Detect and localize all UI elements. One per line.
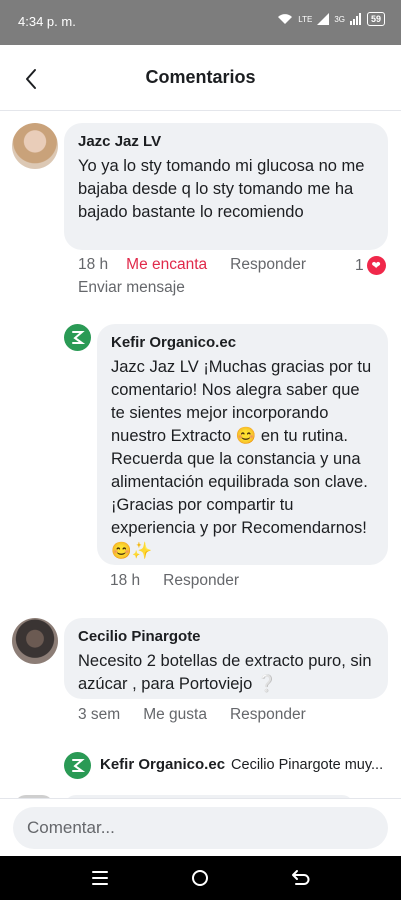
wifi-icon [278, 14, 293, 24]
comment-input[interactable] [13, 807, 388, 849]
avatar-kefir[interactable] [64, 324, 91, 351]
kefir-logo-icon [72, 331, 86, 344]
app-header: Comentarios [0, 45, 401, 111]
like-button[interactable]: Me gusta [143, 706, 207, 724]
comment-bubble: Jazc Jaz LV Yo ya lo sty tomando mi gluc… [64, 123, 388, 250]
avatar-cecilio[interactable] [12, 618, 58, 664]
collapsed-reply-author: Kefir Organico.ec [100, 756, 226, 773]
battery-icon: 59 [366, 12, 385, 26]
reply-actions: 18 h Responder [110, 572, 239, 590]
send-message-link[interactable]: Enviar mensaje [78, 279, 185, 297]
comment-text: Yo ya lo sty tomando mi glucosa no me ba… [78, 157, 365, 221]
reply-bubble: Kefir Organico.ec Jazc Jaz LV ¡Muchas gr… [97, 324, 388, 565]
comment-text: Necesito 2 botellas de extracto puro, si… [78, 652, 372, 693]
comment-author[interactable]: Jazc Jaz LV [78, 132, 374, 152]
status-time: 4:34 p. m. [18, 14, 76, 29]
comment-time: 18 h [78, 256, 109, 273]
reply-button[interactable]: Responder [230, 256, 306, 274]
back-arrow-icon [292, 870, 310, 885]
recent-apps-button[interactable] [87, 865, 113, 891]
avatar-kefir[interactable] [64, 752, 91, 779]
signal-label: 3G [334, 14, 345, 24]
comment-composer [0, 798, 401, 856]
reply-time: 18 h [110, 572, 141, 589]
reply-text: Jazc Jaz LV ¡Muchas gracias por tu comen… [111, 358, 372, 560]
collapsed-reply[interactable]: Kefir Organico.ec Cecilio Pinargote muy.… [100, 756, 390, 773]
reaction-number: 1 [355, 256, 364, 274]
signal-bars-icon [349, 13, 361, 25]
kefir-logo-icon [72, 759, 86, 772]
comment-actions: 3 sem Me gusta Responder [78, 706, 306, 724]
avatar-jazc[interactable] [12, 123, 58, 169]
status-bar: 4:34 p. m. LTE 3G 59 [0, 0, 401, 45]
comment-time: 3 sem [78, 706, 121, 723]
system-nav-bar [0, 856, 401, 900]
comment-author[interactable]: Cecilio Pinargote [78, 627, 374, 647]
system-back-button[interactable] [287, 865, 313, 891]
home-circle-icon [192, 870, 208, 886]
network-label: LTE [298, 14, 313, 24]
page-title: Comentarios [145, 67, 256, 87]
home-button[interactable] [187, 865, 213, 891]
reply-button[interactable]: Responder [230, 706, 306, 724]
comment-bubble: Cecilio Pinargote Necesito 2 botellas de… [64, 618, 388, 699]
heart-icon: ❤ [366, 256, 386, 275]
signal-icon [317, 13, 330, 25]
reply-button[interactable]: Responder [163, 572, 239, 590]
reply-author[interactable]: Kefir Organico.ec [111, 333, 374, 353]
comment-actions: 18 h Me encanta Responder [78, 256, 306, 274]
like-button[interactable]: Me encanta [126, 256, 207, 274]
status-icons: LTE 3G 59 [277, 12, 385, 26]
reaction-count[interactable]: 1 ❤ [355, 256, 386, 275]
menu-icon [92, 871, 108, 885]
collapsed-reply-preview: Cecilio Pinargote muy... [231, 757, 384, 773]
